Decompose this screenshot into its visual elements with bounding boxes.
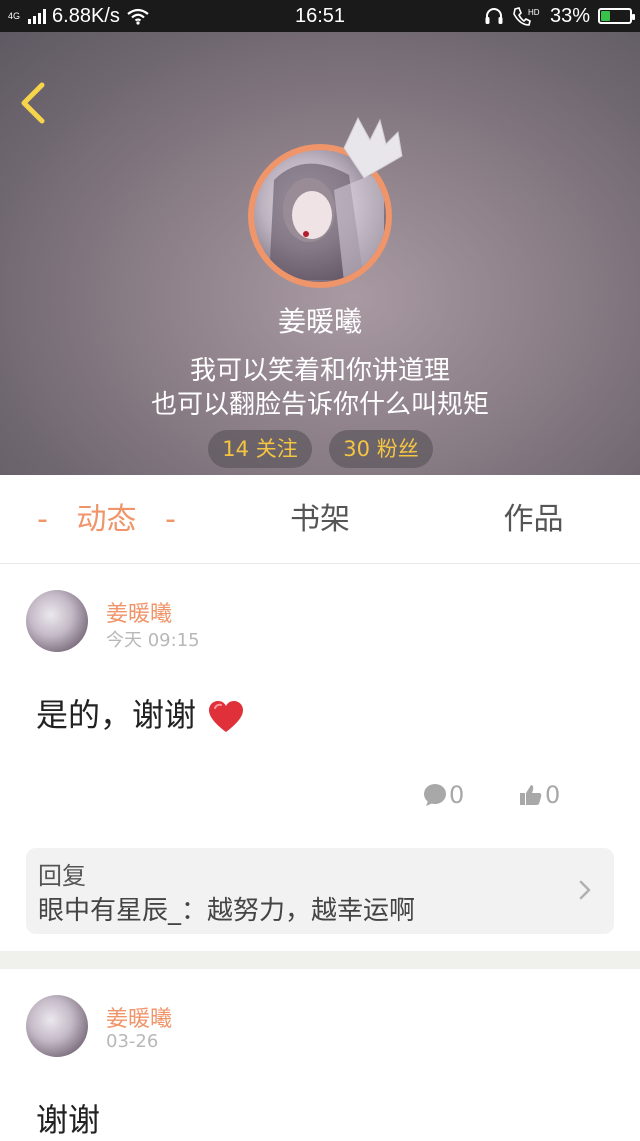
profile-header: 姜暖曦 我可以笑着和你讲道理 也可以翻脸告诉你什么叫规矩 14 关注 30 粉丝 <box>0 32 640 475</box>
post-time: 03-26 <box>106 1031 159 1052</box>
profile-name: 姜暖曦 <box>277 305 362 338</box>
comment-icon <box>424 784 446 806</box>
tab-dongtai[interactable]: - 动态 - <box>0 475 213 563</box>
tab-dongtai-label: 动态 <box>76 502 137 537</box>
headset-icon <box>485 8 503 24</box>
comment-button[interactable]: 0 <box>423 781 464 809</box>
post-text: 谢谢 <box>36 1101 101 1139</box>
avatar[interactable] <box>26 590 88 652</box>
reply-label: 回复 <box>38 862 86 890</box>
reply-preview[interactable]: 回复 眼中有星辰_：越努力，越幸运啊 <box>26 848 614 934</box>
heart-emoji-icon <box>209 701 244 732</box>
like-count: 0 <box>545 781 561 809</box>
profile-bio-line2: 也可以翻脸告诉你什么叫规矩 <box>150 390 489 420</box>
battery-percent: 33% <box>549 4 590 27</box>
follow-count-button[interactable]: 14 关注 <box>208 430 312 468</box>
post-divider <box>0 951 640 969</box>
profile-tabs: - 动态 - 书架 作品 <box>0 475 640 564</box>
post-item[interactable]: 姜暖曦 03-26 谢谢 <box>0 969 640 1139</box>
comment-count: 0 <box>449 781 465 809</box>
battery-icon <box>598 8 635 24</box>
post-author[interactable]: 姜暖曦 <box>106 1001 172 1033</box>
post-text: 是的，谢谢 <box>36 690 244 736</box>
svg-text:HD: HD <box>528 8 540 17</box>
tab-active-dash-left: - <box>37 502 48 537</box>
chevron-right-icon <box>579 880 591 900</box>
tab-zuopin[interactable]: 作品 <box>427 475 640 563</box>
fans-count-button[interactable]: 30 粉丝 <box>329 430 433 468</box>
tab-active-dash-right: - <box>165 502 176 537</box>
post-time: 今天 09:15 <box>106 630 200 651</box>
crown-icon <box>343 116 403 179</box>
reply-content: 眼中有星辰_：越努力，越幸运啊 <box>38 896 416 926</box>
battery-fill <box>601 11 610 21</box>
tab-shujia[interactable]: 书架 <box>213 475 427 563</box>
like-button[interactable]: 0 <box>519 781 560 809</box>
post-author[interactable]: 姜暖曦 <box>106 596 172 628</box>
status-right: HD 33% <box>484 0 635 32</box>
post-item[interactable]: 姜暖曦 今天 09:15 是的，谢谢 0 0 回复 眼中有星辰_：越努力，越幸运… <box>0 564 640 951</box>
hd-call-icon: HD <box>513 7 540 26</box>
profile-bio-line1: 我可以笑着和你讲道理 <box>189 356 450 386</box>
back-arrow-icon[interactable] <box>14 77 58 125</box>
status-bar: 4G 6.88K/s 16:51 HD 33% <box>0 0 640 32</box>
avatar[interactable] <box>26 995 88 1057</box>
thumbs-up-icon <box>520 785 542 805</box>
post-text-content: 是的，谢谢 <box>36 696 197 734</box>
